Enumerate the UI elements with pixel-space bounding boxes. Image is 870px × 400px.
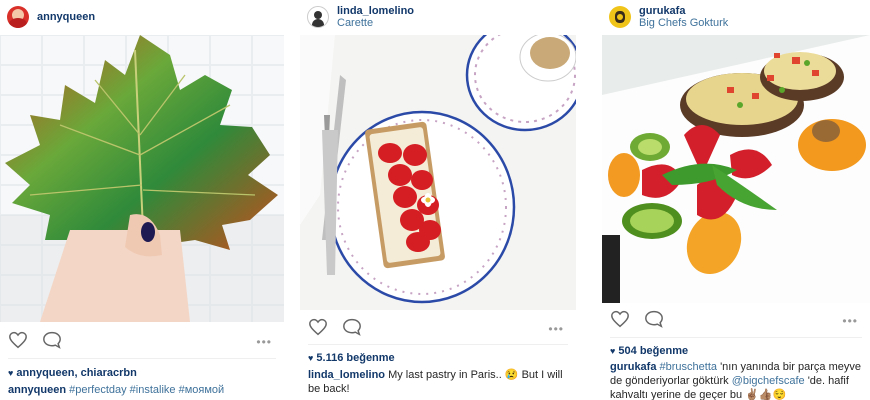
divider bbox=[8, 358, 276, 359]
caption-username[interactable]: annyqueen bbox=[8, 384, 66, 396]
caption: linda_lomelino My last pastry in Paris..… bbox=[308, 368, 568, 396]
comment-bubble-icon[interactable] bbox=[42, 331, 62, 349]
more-options-icon[interactable]: ••• bbox=[256, 335, 272, 349]
caption-mention[interactable]: @bigchefscafe bbox=[732, 375, 805, 387]
post-header: linda_lomelino Carette bbox=[300, 0, 576, 34]
likes-line[interactable]: ♥ 5.116 beğenme bbox=[308, 352, 395, 364]
post-linda-lomelino: linda_lomelino Carette ••• ♥ 5.116 beğen… bbox=[300, 0, 576, 400]
divider bbox=[308, 344, 568, 345]
location-link[interactable]: Big Chefs Gokturk bbox=[639, 17, 728, 29]
post-actions: ••• bbox=[602, 305, 870, 333]
heart-small-icon: ♥ bbox=[610, 346, 616, 356]
post-actions: ••• bbox=[0, 326, 284, 354]
caption-hashtags[interactable]: #perfectday #instalike #моямой bbox=[69, 384, 224, 396]
post-photo[interactable] bbox=[300, 35, 576, 310]
likes-line[interactable]: ♥ 504 beğenme bbox=[610, 345, 688, 357]
more-options-icon[interactable]: ••• bbox=[842, 314, 858, 328]
caption-hashtag[interactable]: #bruschetta bbox=[660, 361, 717, 373]
caption: gurukafa #bruschetta 'nın yanında bir pa… bbox=[610, 360, 862, 400]
likes-text[interactable]: annyqueen, chiaracrbn bbox=[16, 367, 136, 379]
comment-bubble-icon[interactable] bbox=[342, 318, 362, 336]
post-annyqueen: annyqueen ••• ♥ annyqueen, chiaracrbn an… bbox=[0, 0, 284, 400]
likes-count[interactable]: 504 beğenme bbox=[618, 345, 688, 357]
heart-small-icon: ♥ bbox=[8, 368, 14, 378]
avatar[interactable] bbox=[609, 6, 631, 28]
comment-bubble-icon[interactable] bbox=[644, 310, 664, 328]
more-options-icon[interactable]: ••• bbox=[548, 322, 564, 336]
post-photo[interactable] bbox=[602, 35, 870, 303]
likes-count[interactable]: 5.116 beğenme bbox=[316, 352, 394, 364]
divider bbox=[610, 337, 862, 338]
post-photo[interactable] bbox=[0, 35, 284, 322]
avatar[interactable] bbox=[7, 6, 29, 28]
username-link[interactable]: linda_lomelino bbox=[337, 5, 414, 17]
username-link[interactable]: annyqueen bbox=[37, 11, 95, 23]
caption-username[interactable]: gurukafa bbox=[610, 361, 656, 373]
caption: annyqueen #perfectday #instalike #моямой bbox=[8, 383, 276, 397]
avatar[interactable] bbox=[307, 6, 329, 28]
heart-outline-icon[interactable] bbox=[8, 331, 28, 349]
post-header: gurukafa Big Chefs Gokturk bbox=[602, 0, 870, 34]
caption-username[interactable]: linda_lomelino bbox=[308, 369, 385, 381]
heart-outline-icon[interactable] bbox=[308, 318, 328, 336]
heart-small-icon: ♥ bbox=[308, 353, 314, 363]
heart-outline-icon[interactable] bbox=[610, 310, 630, 328]
username-link[interactable]: gurukafa bbox=[639, 5, 728, 17]
post-header: annyqueen bbox=[0, 0, 284, 34]
likes-line[interactable]: ♥ annyqueen, chiaracrbn bbox=[8, 367, 137, 379]
post-actions: ••• bbox=[300, 313, 576, 341]
post-gurukafa: gurukafa Big Chefs Gokturk ••• ♥ 504 beğ… bbox=[602, 0, 870, 400]
location-link[interactable]: Carette bbox=[337, 17, 414, 29]
